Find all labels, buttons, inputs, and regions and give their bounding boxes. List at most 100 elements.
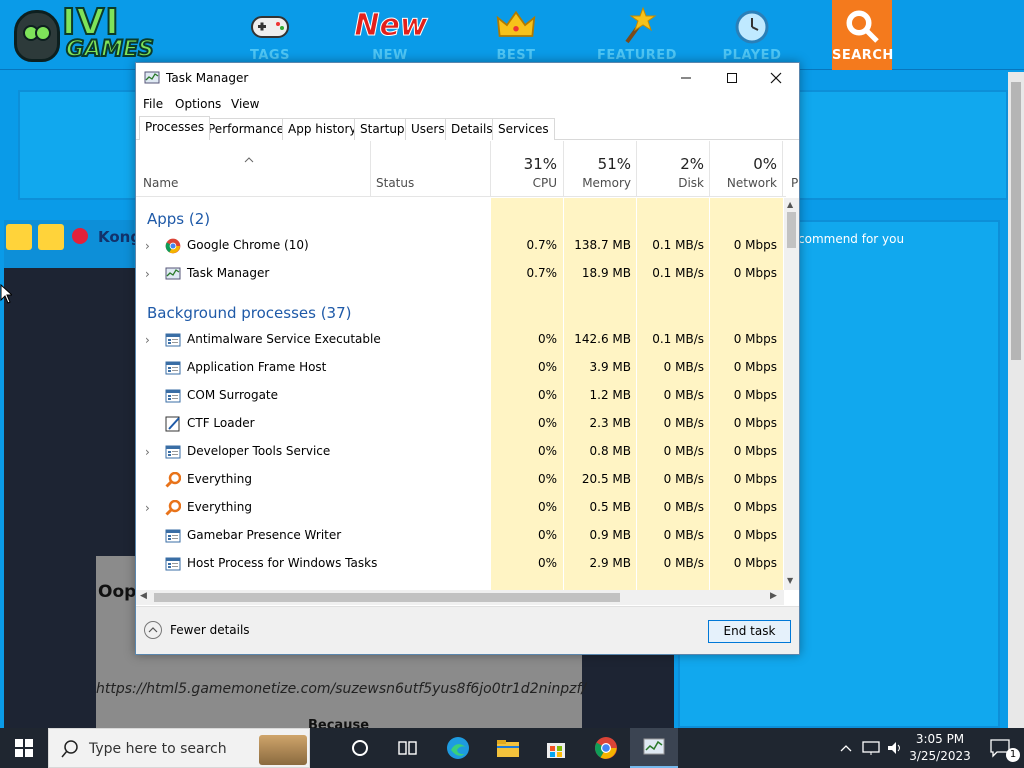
column-divider	[563, 141, 564, 197]
expand-chevron-icon[interactable]: ›	[145, 239, 155, 253]
tab-performance[interactable]: Performance	[202, 118, 291, 140]
expand-chevron-icon[interactable]: ›	[145, 445, 155, 459]
process-row[interactable]: Application Frame Host 0% 3.9 MB 0 MB/s 0 Mb…	[136, 354, 783, 382]
process-row[interactable]: › Task Manager 0.7% 18.9 MB 0.1 MB/s 0 Mbps	[136, 260, 783, 288]
search-highlight-image	[259, 735, 307, 765]
nav-new[interactable]: New NEW	[350, 0, 430, 70]
scroll-thumb[interactable]	[154, 593, 620, 602]
scroll-right-icon[interactable]: ▶	[770, 591, 777, 601]
group-header[interactable]: Background processes (37)	[136, 298, 783, 326]
edge-icon[interactable]	[434, 728, 482, 768]
notification-count-badge: 1	[1006, 748, 1020, 762]
clock-date[interactable]: 3/25/2023	[906, 749, 974, 763]
volume-icon[interactable]	[883, 728, 907, 768]
process-cpu: 0%	[537, 444, 557, 458]
taskbar: Type here to search 3:05 PM 3/25/2023 1	[0, 728, 1024, 768]
process-row[interactable]: CTF Loader 0% 2.3 MB 0 MB/s 0 Mbps	[136, 410, 783, 438]
process-list: Apps (2) › Google Chrome (10) 0.7% 138.7 MB 0…	[136, 198, 783, 590]
process-name: COM Surrogate	[187, 388, 279, 402]
maximize-button[interactable]	[709, 63, 755, 93]
task-manager-window: Task Manager File Options View Processes…	[135, 62, 800, 655]
tab-users[interactable]: Users	[405, 118, 451, 140]
column-name[interactable]: Name	[136, 141, 370, 197]
scroll-left-icon[interactable]: ◀	[140, 591, 147, 601]
tab-startup[interactable]: Startup	[354, 118, 411, 140]
tab-app-history[interactable]: App history	[282, 118, 363, 140]
tab-processes[interactable]: Processes	[139, 116, 211, 140]
process-row[interactable]: Host Process for Windows Tasks 0% 2.9 MB 0 …	[136, 550, 783, 578]
process-row[interactable]: › Google Chrome (10) 0.7% 138.7 MB 0.1 MB/s 0…	[136, 232, 783, 260]
service-icon	[165, 360, 181, 376]
task-view-icon[interactable]	[384, 728, 432, 768]
clock-time[interactable]: 3:05 PM	[910, 732, 970, 746]
process-cpu: 0%	[537, 360, 557, 374]
scroll-up-icon[interactable]: ▲	[787, 200, 793, 209]
column-divider	[709, 141, 710, 197]
file-explorer-icon[interactable]	[484, 728, 532, 768]
process-network: 0 Mbps	[733, 332, 777, 346]
site-logo[interactable]: IVI GAMES	[14, 3, 155, 66]
process-row[interactable]: › Everything 0% 0.5 MB 0 MB/s 0 Mbps	[136, 494, 783, 522]
menu-options[interactable]: Options	[175, 97, 221, 111]
vertical-scrollbar[interactable]: ▲ ▼	[784, 198, 799, 590]
tab-details[interactable]: Details	[445, 118, 499, 140]
gamepad-icon	[250, 6, 290, 46]
magic-wand-icon	[617, 6, 657, 46]
menu-file[interactable]: File	[143, 97, 163, 111]
process-cpu: 0%	[537, 416, 557, 430]
scroll-thumb[interactable]	[787, 212, 796, 248]
chevron-up-icon[interactable]	[835, 728, 857, 768]
nav-played[interactable]: PLAYED	[712, 0, 792, 70]
process-row[interactable]: Everything 0% 20.5 MB 0 MB/s 0 Mbps	[136, 466, 783, 494]
title-bar[interactable]: Task Manager	[136, 63, 799, 93]
column-status[interactable]: Status	[371, 141, 490, 197]
column-disk[interactable]: 2% Disk	[637, 141, 710, 197]
expand-chevron-icon[interactable]: ›	[145, 333, 155, 347]
process-row[interactable]: › Antimalware Service Executable 0% 142.6 M…	[136, 326, 783, 354]
column-memory[interactable]: 51% Memory	[564, 141, 637, 197]
process-network: 0 Mbps	[733, 528, 777, 542]
process-memory: 20.5 MB	[581, 472, 631, 486]
column-network[interactable]: 0% Network	[710, 141, 783, 197]
page-scrollbar[interactable]	[1008, 72, 1024, 728]
horizontal-scrollbar[interactable]: ◀ ▶	[136, 590, 784, 605]
end-task-button[interactable]: End task	[708, 620, 791, 643]
network-icon[interactable]	[859, 728, 883, 768]
close-button[interactable]	[753, 63, 799, 93]
expand-chevron-icon[interactable]: ›	[145, 267, 155, 281]
chevron-up-circle-icon[interactable]	[144, 621, 162, 639]
nav-search[interactable]: SEARCH	[832, 0, 893, 70]
minimize-button[interactable]	[663, 63, 709, 93]
process-memory: 18.9 MB	[581, 266, 631, 280]
column-cpu[interactable]: 31% CPU	[491, 141, 564, 197]
process-name: Everything	[187, 472, 252, 486]
column-power-partial[interactable]: P	[791, 176, 798, 190]
nav-featured[interactable]: FEATURED	[597, 0, 677, 70]
notification-icon[interactable]: 1	[976, 728, 1024, 768]
fewer-details-link[interactable]: Fewer details	[170, 623, 250, 637]
chrome-taskbar-icon[interactable]	[582, 728, 630, 768]
menu-view[interactable]: View	[231, 97, 259, 111]
process-memory: 2.9 MB	[589, 556, 631, 570]
taskmanager-taskbar-icon[interactable]	[630, 728, 678, 768]
taskbar-search-box[interactable]: Type here to search	[48, 728, 310, 768]
column-header-row: Name Status 31% CPU 51% Memory 2% Disk 0…	[136, 141, 798, 197]
nav-tags[interactable]: TAGS	[230, 0, 310, 70]
start-button[interactable]	[0, 728, 48, 768]
group-header[interactable]: Apps (2)	[136, 204, 783, 232]
taskmanager-app-icon	[144, 70, 160, 86]
process-row[interactable]: › Developer Tools Service 0% 0.8 MB 0 MB/s 0 …	[136, 438, 783, 466]
window-title: Task Manager	[166, 71, 249, 85]
home-icon[interactable]	[6, 224, 32, 250]
scroll-down-icon[interactable]: ▼	[787, 576, 793, 585]
site-header: IVI GAMES TAGS New NEW BEST FEATURED PLA…	[0, 0, 1024, 70]
store-icon[interactable]	[532, 728, 580, 768]
process-row[interactable]: Gamebar Presence Writer 0% 0.9 MB 0 MB/s 0 M…	[136, 522, 783, 550]
back-arrow-icon[interactable]	[38, 224, 64, 250]
nav-best[interactable]: BEST	[476, 0, 556, 70]
cortana-icon[interactable]	[336, 728, 384, 768]
expand-chevron-icon[interactable]: ›	[145, 501, 155, 515]
process-row[interactable]: COM Surrogate 0% 1.2 MB 0 MB/s 0 Mbps	[136, 382, 783, 410]
tab-services[interactable]: Services	[492, 118, 555, 140]
process-cpu: 0%	[537, 500, 557, 514]
